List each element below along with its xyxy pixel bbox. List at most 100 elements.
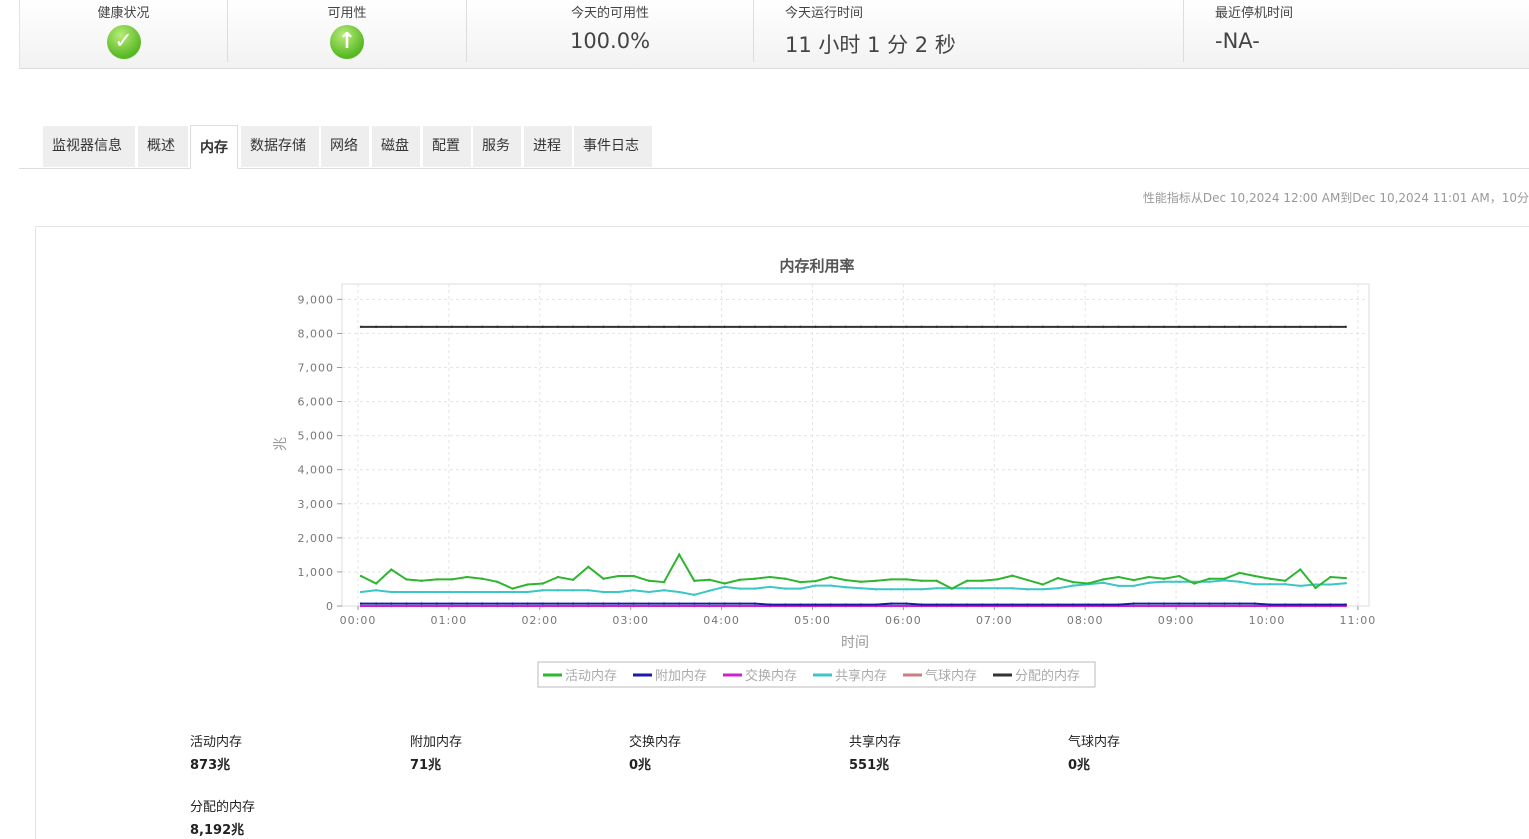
data-point (1223, 325, 1226, 329)
data-point (1299, 568, 1302, 571)
data-point (920, 588, 923, 591)
data-point (890, 325, 893, 329)
data-point (1208, 580, 1211, 584)
data-point (723, 602, 726, 605)
data-point (859, 587, 863, 590)
data-point (496, 604, 499, 608)
data-point (662, 602, 666, 605)
data-point (556, 575, 560, 579)
data-point (920, 603, 923, 606)
data-point (1026, 588, 1029, 591)
data-point (1056, 587, 1060, 590)
data-point (723, 325, 726, 329)
data-point (965, 587, 969, 590)
data-point (571, 589, 575, 592)
data-point (738, 325, 741, 329)
data-point (526, 325, 529, 329)
data-point (677, 553, 681, 556)
data-point (693, 593, 696, 596)
data-point (996, 603, 999, 606)
data-point (662, 604, 666, 608)
data-point (890, 588, 893, 591)
data-point (647, 579, 651, 582)
data-point (693, 579, 696, 582)
data-point (723, 582, 726, 585)
data-point (874, 579, 878, 582)
data-point (587, 589, 590, 592)
data-point (526, 602, 529, 605)
data-point (617, 590, 620, 594)
data-point (1071, 603, 1075, 606)
data-point (950, 587, 954, 590)
data-point (784, 587, 787, 590)
data-point (647, 602, 651, 605)
data-point (359, 602, 363, 605)
data-point (1329, 603, 1332, 606)
data-point (405, 602, 408, 605)
data-point (541, 589, 544, 592)
data-point (753, 604, 757, 608)
data-point (1268, 603, 1272, 606)
data-point (374, 604, 378, 608)
x-tick-label: 08:00 (1067, 614, 1104, 627)
data-point (1329, 583, 1332, 586)
data-point (890, 602, 893, 605)
data-point (1314, 325, 1317, 329)
data-point (996, 578, 999, 581)
data-point (1132, 325, 1135, 329)
data-point (556, 589, 560, 592)
data-point (1011, 325, 1014, 329)
data-point (723, 604, 726, 608)
legend-item: 交换内存 (745, 668, 797, 684)
data-point (465, 590, 469, 594)
data-point (465, 602, 469, 605)
data-point (1056, 576, 1060, 580)
data-point (359, 590, 363, 594)
data-point (420, 602, 423, 605)
data-point (677, 602, 681, 605)
data-point (1283, 325, 1287, 329)
data-point (784, 325, 787, 329)
data-point (693, 325, 696, 329)
data-point (511, 325, 514, 329)
data-point (1238, 602, 1241, 605)
x-tick-label: 09:00 (1158, 614, 1195, 627)
data-point (1026, 603, 1029, 606)
data-point (496, 325, 499, 329)
data-point (829, 603, 832, 606)
data-point (768, 575, 772, 579)
data-point (844, 325, 847, 329)
data-point (420, 604, 423, 608)
data-point (935, 325, 938, 329)
data-point (1071, 584, 1075, 587)
data-point (1314, 603, 1317, 606)
data-point (738, 602, 741, 605)
y-tick-label: 7,000 (298, 361, 335, 374)
data-point (602, 577, 605, 580)
data-point (1071, 580, 1075, 584)
data-point (859, 580, 863, 584)
data-point (1208, 604, 1211, 608)
data-point (753, 587, 757, 590)
y-tick-label: 6,000 (298, 396, 335, 409)
data-point (1041, 325, 1044, 329)
plot-area (341, 283, 1370, 607)
data-point (556, 602, 560, 605)
data-point (799, 580, 802, 584)
data-point (693, 604, 696, 608)
data-point (1223, 602, 1226, 605)
data-point (965, 579, 969, 582)
summary-label: 共享内存 (849, 735, 902, 750)
data-point (359, 574, 363, 578)
data-point (1102, 325, 1105, 329)
data-point (723, 585, 726, 589)
legend-item: 活动内存 (565, 668, 617, 684)
data-point (617, 574, 620, 578)
data-point (814, 584, 817, 587)
data-point (814, 325, 817, 329)
data-point (359, 604, 363, 608)
x-tick-label: 07:00 (976, 614, 1013, 627)
data-point (632, 604, 635, 608)
data-point (1162, 602, 1166, 605)
data-point (905, 604, 908, 608)
